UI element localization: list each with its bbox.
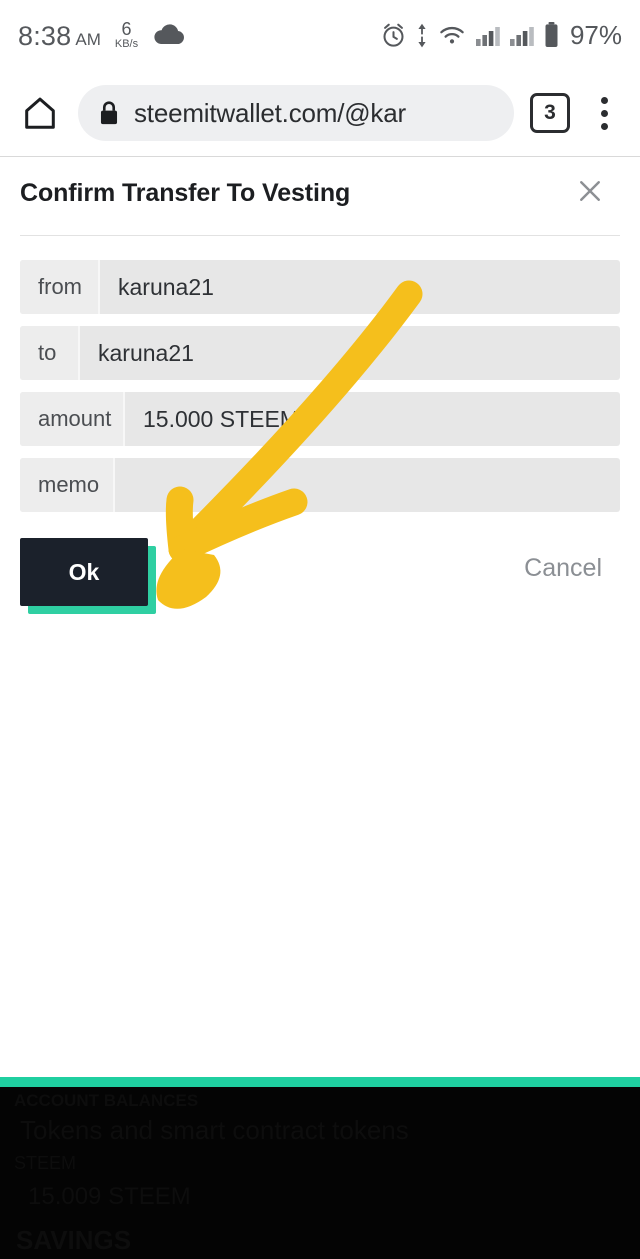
transfer-fields: from karuna21 to karuna21 amount 15.000 …	[0, 236, 640, 512]
tab-counter-button[interactable]: 3	[530, 93, 570, 133]
field-value-memo[interactable]	[115, 458, 620, 512]
status-time-ampm: AM	[75, 30, 101, 49]
dark-line-2: Tokens and smart contract tokens	[20, 1115, 409, 1145]
battery-icon	[543, 21, 560, 49]
three-dot-menu-icon[interactable]	[586, 91, 622, 135]
cancel-button[interactable]: Cancel	[524, 554, 602, 583]
ok-button[interactable]: Ok	[20, 538, 148, 606]
dark-line-3: STEEM	[14, 1153, 77, 1173]
signal-bars-icon	[475, 23, 501, 47]
field-row-amount: amount 15.000 STEEM	[20, 392, 620, 446]
dark-line-5: SAVINGS	[16, 1225, 132, 1255]
accent-bar	[0, 1077, 640, 1087]
close-x-icon[interactable]	[570, 171, 610, 211]
phone-screen: 8:38 AM 6 KB/s 97% steemitwallet.com/@ka…	[0, 0, 640, 1259]
signal-bars-icon	[509, 23, 535, 47]
status-bar-left: 8:38 AM 6 KB/s	[18, 20, 186, 50]
field-row-to: to karuna21	[20, 326, 620, 380]
wifi-icon	[437, 23, 467, 47]
field-label-from: from	[20, 260, 100, 314]
field-label-memo: memo	[20, 458, 115, 512]
dialog-actions: Ok Cancel	[20, 538, 620, 618]
field-row-memo: memo	[20, 458, 620, 512]
menu-dot	[600, 122, 608, 130]
bottom-dark-panel: ACCOUNT BALANCES Tokens and smart contra…	[0, 1087, 640, 1259]
dialog-header: Confirm Transfer To Vesting	[0, 157, 640, 229]
menu-dot	[600, 96, 608, 104]
battery-percent: 97%	[569, 19, 622, 50]
field-value-to[interactable]: karuna21	[80, 326, 620, 380]
lock-icon	[98, 100, 120, 126]
url-text: steemitwallet.com/@kar	[134, 97, 406, 128]
network-speed-unit: KB/s	[114, 38, 139, 50]
status-bar: 8:38 AM 6 KB/s 97%	[0, 0, 640, 70]
menu-dot	[600, 109, 608, 117]
status-bar-right: 97%	[380, 20, 622, 51]
tab-count-label: 3	[544, 101, 556, 124]
page-title: Confirm Transfer To Vesting	[20, 178, 351, 207]
browser-toolbar: steemitwallet.com/@kar 3	[0, 70, 640, 156]
url-bar[interactable]: steemitwallet.com/@kar	[78, 85, 514, 141]
network-speed-indicator: 6 KB/s	[115, 20, 138, 50]
network-speed-value: 6	[121, 19, 132, 39]
field-value-amount[interactable]: 15.000 STEEM	[125, 392, 620, 446]
data-transfer-arrows-icon	[415, 22, 429, 49]
ok-button-wrapper: Ok	[20, 538, 156, 614]
alarm-clock-icon	[380, 22, 407, 49]
cloud-icon	[152, 24, 186, 46]
status-time: 8:38	[18, 21, 72, 51]
dark-line-4: 15.009 STEEM	[28, 1183, 191, 1210]
field-row-from: from karuna21	[20, 260, 620, 314]
page-content: Confirm Transfer To Vesting from karuna2…	[0, 157, 640, 1077]
field-label-amount: amount	[20, 392, 125, 446]
dark-line-1: ACCOUNT BALANCES	[14, 1091, 199, 1110]
field-value-from[interactable]: karuna21	[100, 260, 620, 314]
field-label-to: to	[20, 326, 80, 380]
home-icon[interactable]	[18, 91, 62, 135]
